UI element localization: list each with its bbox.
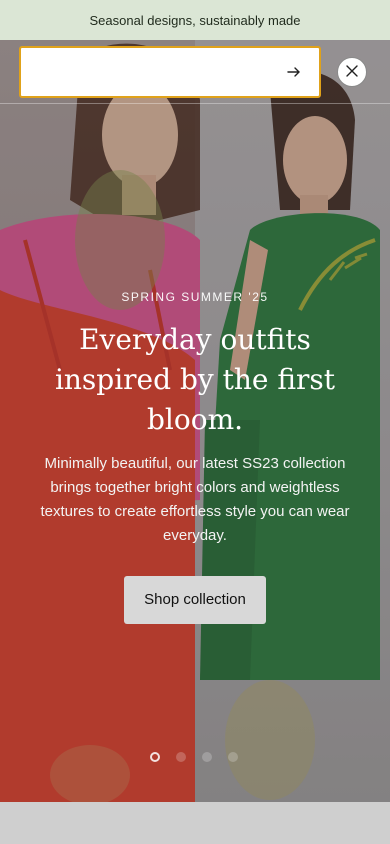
shop-collection-button[interactable]: Shop collection [124,576,266,624]
slide-indicator [150,752,238,762]
search-bar [0,40,390,104]
announcement-bar: Seasonal designs, sustainably made [0,0,390,40]
hero-copy: SPRING SUMMER '25 Everyday outfits inspi… [30,290,360,624]
hero-banner: SPRING SUMMER '25 Everyday outfits inspi… [0,40,390,802]
slide-dot-3[interactable] [202,752,212,762]
hero-body: Minimally beautiful, our latest SS23 col… [40,455,350,544]
slide-dot-1[interactable] [150,752,160,762]
hero-headline: Everyday outfits inspired by the first b… [54,323,336,436]
announcement-text: Seasonal designs, sustainably made [89,12,301,28]
slide-dot-4[interactable] [228,752,238,762]
page-bottom-strip [0,802,390,844]
slide-dot-2[interactable] [176,752,186,762]
close-search-button[interactable] [337,57,367,87]
search-field[interactable] [19,46,321,98]
arrow-right-icon[interactable] [283,61,305,83]
search-input[interactable] [31,60,271,84]
close-icon [346,64,358,80]
hero-eyebrow: SPRING SUMMER '25 [121,290,269,304]
